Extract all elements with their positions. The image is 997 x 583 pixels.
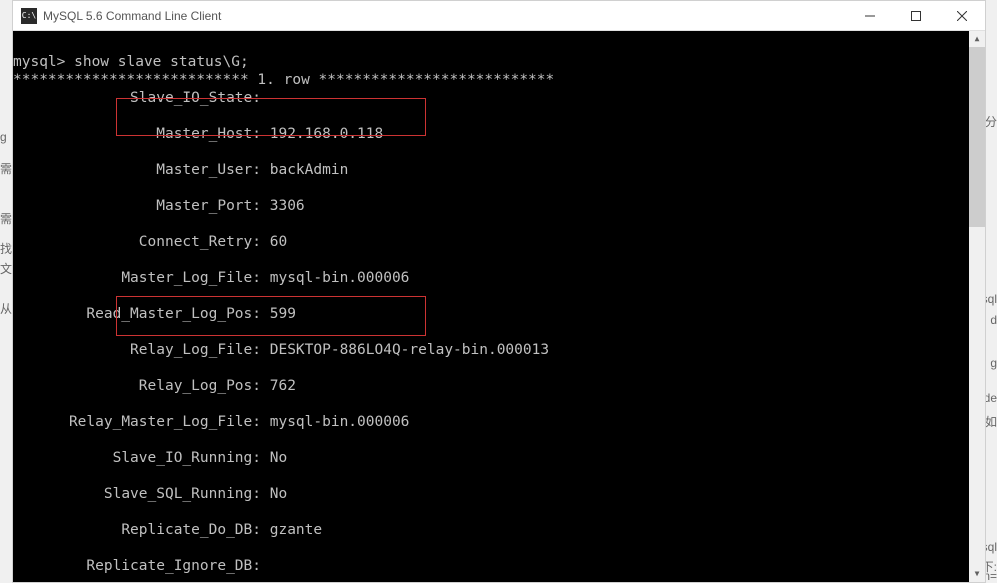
minimize-button[interactable] (847, 1, 893, 31)
status-value: 762 (270, 378, 296, 394)
mysql-icon: C:\ (21, 8, 37, 24)
row-header: *************************** 1. row *****… (13, 72, 554, 88)
close-icon (957, 11, 967, 21)
status-row: Connect_Retry: 60 (13, 233, 969, 251)
bg-text: 需 (0, 160, 12, 177)
status-value: 192.168.0.118 (270, 126, 384, 142)
status-key: Slave_SQL_Running: (13, 485, 261, 503)
status-key: Replicate_Ignore_DB: (13, 557, 261, 575)
status-row: Slave_IO_State: (13, 89, 969, 107)
minimize-icon (865, 11, 875, 21)
status-key: Master_Host: (13, 125, 261, 143)
close-button[interactable] (939, 1, 985, 31)
status-row: Master_Port: 3306 (13, 197, 969, 215)
bg-text: 找 (0, 240, 12, 257)
bg-text: 文 (0, 260, 12, 277)
bg-text: 需 (0, 210, 12, 227)
window-title: MySQL 5.6 Command Line Client (43, 9, 847, 23)
app-window: C:\ MySQL 5.6 Command Line Client mysql>… (12, 0, 986, 583)
status-row: Replicate_Ignore_DB: (13, 557, 969, 575)
status-key: Relay_Master_Log_File: (13, 413, 261, 431)
status-value: No (270, 450, 287, 466)
status-row: Master_Host: 192.168.0.118 (13, 125, 969, 143)
status-key: Read_Master_Log_Pos: (13, 305, 261, 323)
bg-text: 分 (985, 113, 997, 130)
status-value: No (270, 486, 287, 502)
terminal-area[interactable]: mysql> show slave status\G; ************… (13, 31, 985, 582)
status-value: backAdmin (270, 162, 349, 178)
status-key: Master_User: (13, 161, 261, 179)
status-value: 599 (270, 306, 296, 322)
status-row: Read_Master_Log_Pos: 599 (13, 305, 969, 323)
status-row: Master_Log_File: mysql-bin.000006 (13, 269, 969, 287)
status-key: Slave_IO_State: (13, 89, 261, 107)
status-row: Slave_SQL_Running: No (13, 485, 969, 503)
status-value: mysql-bin.000006 (270, 414, 410, 430)
scroll-thumb[interactable] (969, 47, 985, 227)
status-key: Master_Port: (13, 197, 261, 215)
status-key: Relay_Log_File: (13, 341, 261, 359)
maximize-icon (911, 11, 921, 21)
status-value: mysql-bin.000006 (270, 270, 410, 286)
bg-text: g (0, 130, 7, 144)
scroll-up-arrow[interactable]: ▲ (969, 31, 985, 47)
vertical-scrollbar[interactable]: ▲ ▼ (969, 31, 985, 582)
status-value: DESKTOP-886LO4Q-relay-bin.000013 (270, 342, 549, 358)
status-row: Relay_Log_File: DESKTOP-886LO4Q-relay-bi… (13, 341, 969, 359)
status-row: Slave_IO_Running: No (13, 449, 969, 467)
status-row: Relay_Master_Log_File: mysql-bin.000006 (13, 413, 969, 431)
maximize-button[interactable] (893, 1, 939, 31)
terminal-content: mysql> show slave status\G; ************… (13, 31, 969, 582)
command: show slave status\G; (74, 54, 249, 70)
window-controls (847, 1, 985, 31)
bg-text: g (990, 356, 997, 370)
bg-text: 从 (0, 300, 12, 317)
status-key: Replicate_Do_DB: (13, 521, 261, 539)
status-key: Connect_Retry: (13, 233, 261, 251)
status-row: Replicate_Do_DB: gzante (13, 521, 969, 539)
prompt-line: mysql> show slave status\G; (13, 54, 249, 70)
status-value: 60 (270, 234, 287, 250)
status-value: gzante (270, 522, 322, 538)
prompt: mysql> (13, 54, 74, 70)
bg-text: d (990, 313, 997, 327)
status-row: Master_User: backAdmin (13, 161, 969, 179)
status-key: Relay_Log_Pos: (13, 377, 261, 395)
bg-text: 如 (985, 413, 997, 430)
titlebar[interactable]: C:\ MySQL 5.6 Command Line Client (13, 1, 985, 31)
status-row: Relay_Log_Pos: 762 (13, 377, 969, 395)
scroll-down-arrow[interactable]: ▼ (969, 566, 985, 582)
status-value: 3306 (270, 198, 305, 214)
status-key: Slave_IO_Running: (13, 449, 261, 467)
status-key: Master_Log_File: (13, 269, 261, 287)
